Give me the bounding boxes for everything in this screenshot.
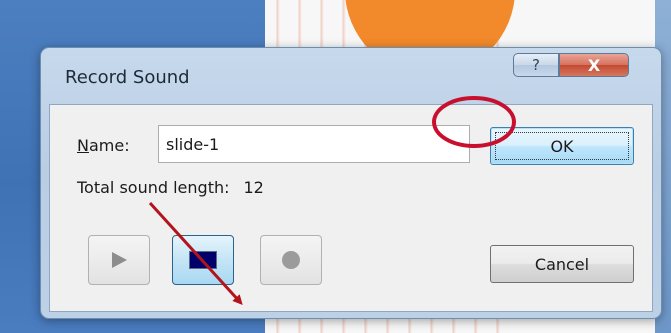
stop-button[interactable] (172, 235, 234, 285)
record-icon (282, 251, 300, 269)
play-button[interactable] (88, 235, 150, 285)
screenshot: Record Sound ? X Name: Total sound lengt… (0, 0, 671, 333)
ok-button-label: OK (550, 136, 574, 156)
total-length-label: Total sound length: (77, 178, 230, 197)
help-button[interactable]: ? (513, 53, 559, 77)
record-sound-dialog: Record Sound ? X Name: Total sound lengt… (40, 47, 662, 319)
close-button[interactable]: X (559, 53, 629, 77)
cancel-button-label: Cancel (534, 254, 590, 274)
record-button[interactable] (260, 235, 322, 285)
name-label-accelerator: N (77, 136, 89, 155)
ok-button[interactable]: OK (490, 127, 634, 165)
help-icon: ? (532, 56, 540, 74)
dialog-titlebar[interactable]: Record Sound ? X (41, 48, 661, 104)
stop-icon (189, 251, 217, 269)
name-label: Name: (77, 136, 130, 155)
cancel-button[interactable]: Cancel (490, 245, 634, 283)
name-label-text: ame: (88, 136, 130, 155)
total-length-row: Total sound length: 12 (77, 178, 264, 197)
total-length-value: 12 (243, 178, 264, 197)
play-icon (111, 252, 127, 268)
close-icon: X (587, 55, 601, 75)
dialog-title: Record Sound (65, 67, 190, 88)
name-input[interactable] (158, 125, 470, 163)
